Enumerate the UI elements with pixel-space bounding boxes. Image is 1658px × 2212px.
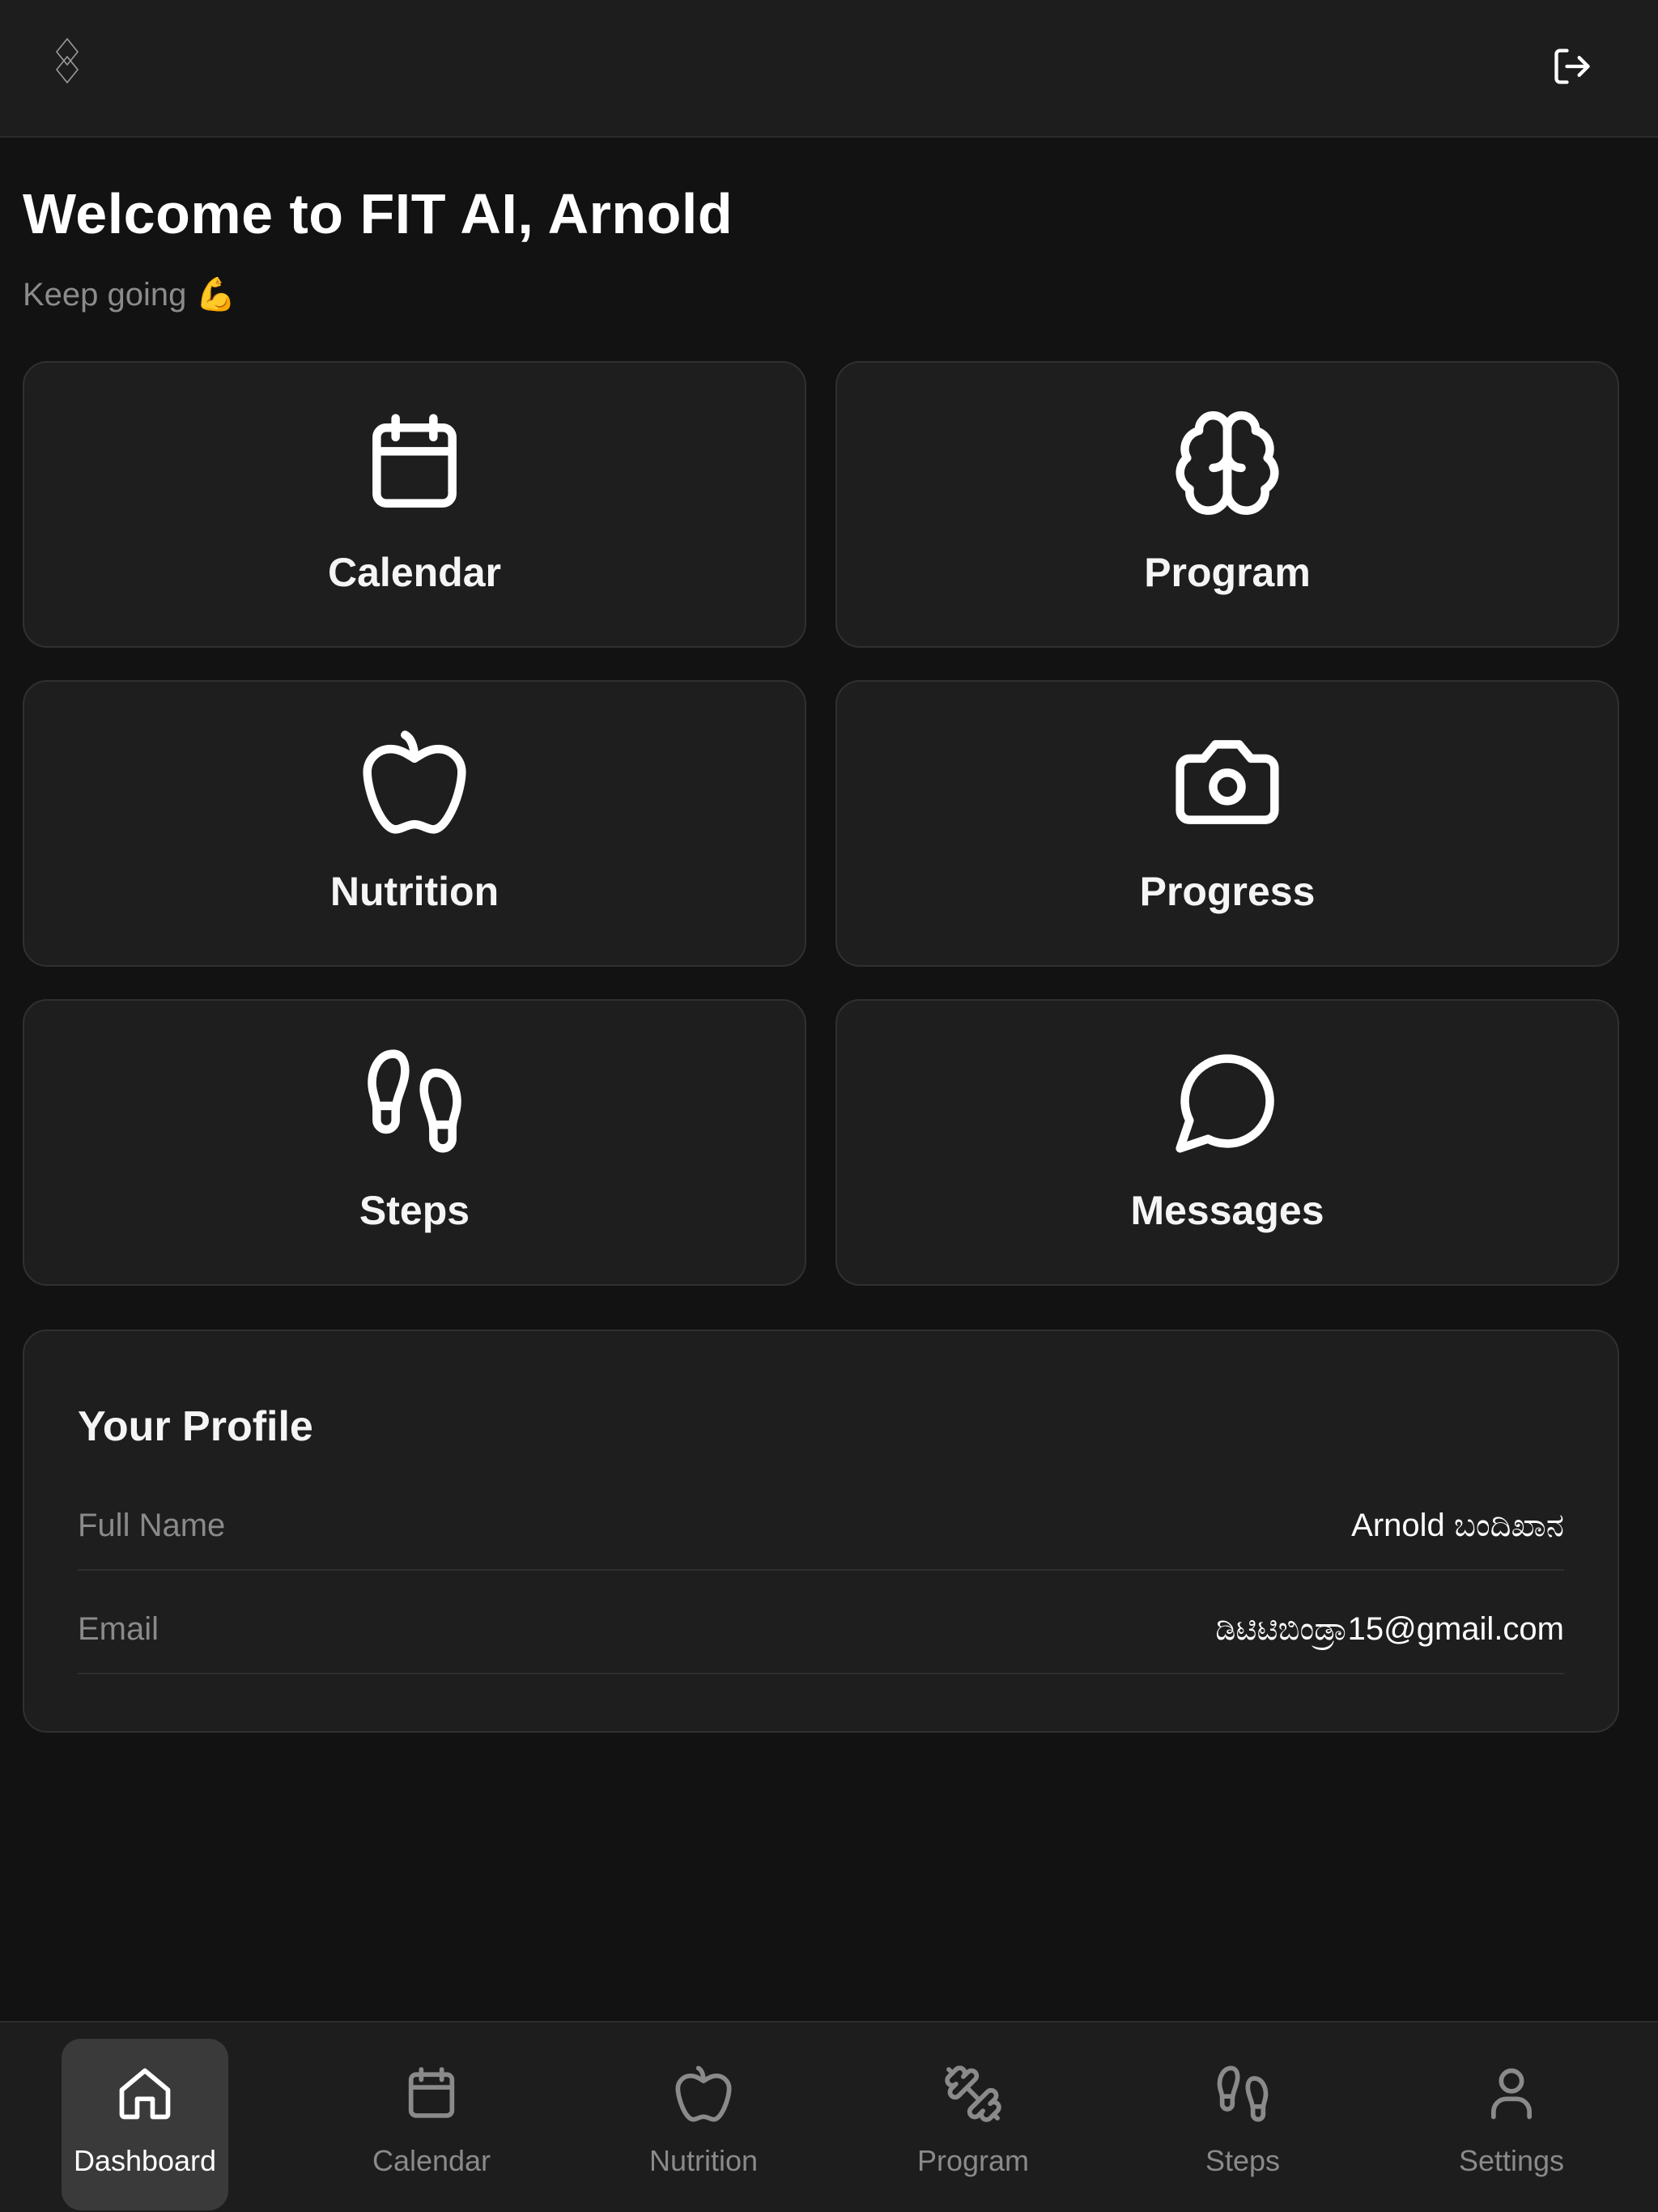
apple-icon: [358, 725, 471, 839]
nav-steps[interactable]: Steps: [1159, 2039, 1326, 2210]
user-icon: [1481, 2063, 1542, 2125]
subtitle-text: Keep going: [23, 277, 187, 313]
nav-label: Nutrition: [648, 2144, 759, 2177]
calendar-icon: [401, 2063, 462, 2125]
fitai-logo: [36, 36, 99, 86]
flexed-biceps-emoji: 💪: [195, 277, 236, 313]
logout-icon[interactable]: [1551, 45, 1593, 87]
profile-row-email: Email ಡಿಟಿಟಿಬಿಂಡ್ರಾ15@gmail.com: [78, 1608, 1564, 1674]
message-circle-icon: [1171, 1044, 1284, 1158]
calendar-icon: [358, 406, 471, 520]
profile-card: Your Profile Full Name Arnold ಬಂದಿಖಾನ Em…: [23, 1329, 1619, 1733]
top-bar: [0, 0, 1658, 138]
bottom-navigation: Dashboard Calendar Nutrition Program Ste…: [0, 2021, 1658, 2212]
tile-nutrition[interactable]: Nutrition: [23, 680, 806, 967]
page-title: Welcome to FIT AI, Arnold: [23, 182, 733, 245]
dumbbell-icon: [942, 2063, 1004, 2125]
nav-label: Calendar: [372, 2144, 491, 2177]
tile-program[interactable]: Program: [835, 361, 1619, 648]
nav-dashboard[interactable]: Dashboard: [62, 2039, 228, 2210]
camera-icon: [1171, 725, 1284, 839]
tile-label: Progress: [1139, 869, 1316, 914]
nav-label: Steps: [1205, 2144, 1281, 2177]
nav-nutrition[interactable]: Nutrition: [620, 2039, 787, 2210]
profile-value: Arnold ಬಂದಿಖಾನ: [1351, 1508, 1564, 1543]
nav-calendar[interactable]: Calendar: [348, 2039, 515, 2210]
profile-title: Your Profile: [78, 1403, 313, 1450]
tile-label: Nutrition: [329, 869, 500, 914]
welcome-subtitle: Keep going 💪: [23, 275, 236, 313]
profile-row-full-name: Full Name Arnold ಬಂದಿಖಾನ: [78, 1504, 1564, 1571]
tile-calendar[interactable]: Calendar: [23, 361, 806, 648]
apple-icon: [673, 2063, 734, 2125]
tile-messages[interactable]: Messages: [835, 999, 1619, 1286]
nav-program[interactable]: Program: [890, 2039, 1056, 2210]
nav-label: Settings: [1458, 2144, 1565, 2177]
footprints-icon: [1212, 2063, 1273, 2125]
nav-label: Dashboard: [73, 2144, 217, 2177]
nav-label: Program: [916, 2144, 1030, 2177]
tile-label: Messages: [1130, 1188, 1324, 1233]
tile-label: Program: [1144, 550, 1311, 595]
tile-progress[interactable]: Progress: [835, 680, 1619, 967]
tile-label: Steps: [359, 1188, 470, 1233]
profile-key: Full Name: [78, 1508, 226, 1543]
brain-icon: [1171, 406, 1284, 520]
profile-key: Email: [78, 1611, 159, 1647]
tile-label: Calendar: [328, 550, 501, 595]
tile-steps[interactable]: Steps: [23, 999, 806, 1286]
profile-value: ಡಿಟಿಟಿಬಿಂಡ್ರಾ15@gmail.com: [1215, 1611, 1564, 1647]
home-icon: [114, 2063, 176, 2125]
footprints-icon: [358, 1044, 471, 1158]
nav-settings[interactable]: Settings: [1428, 2039, 1595, 2210]
